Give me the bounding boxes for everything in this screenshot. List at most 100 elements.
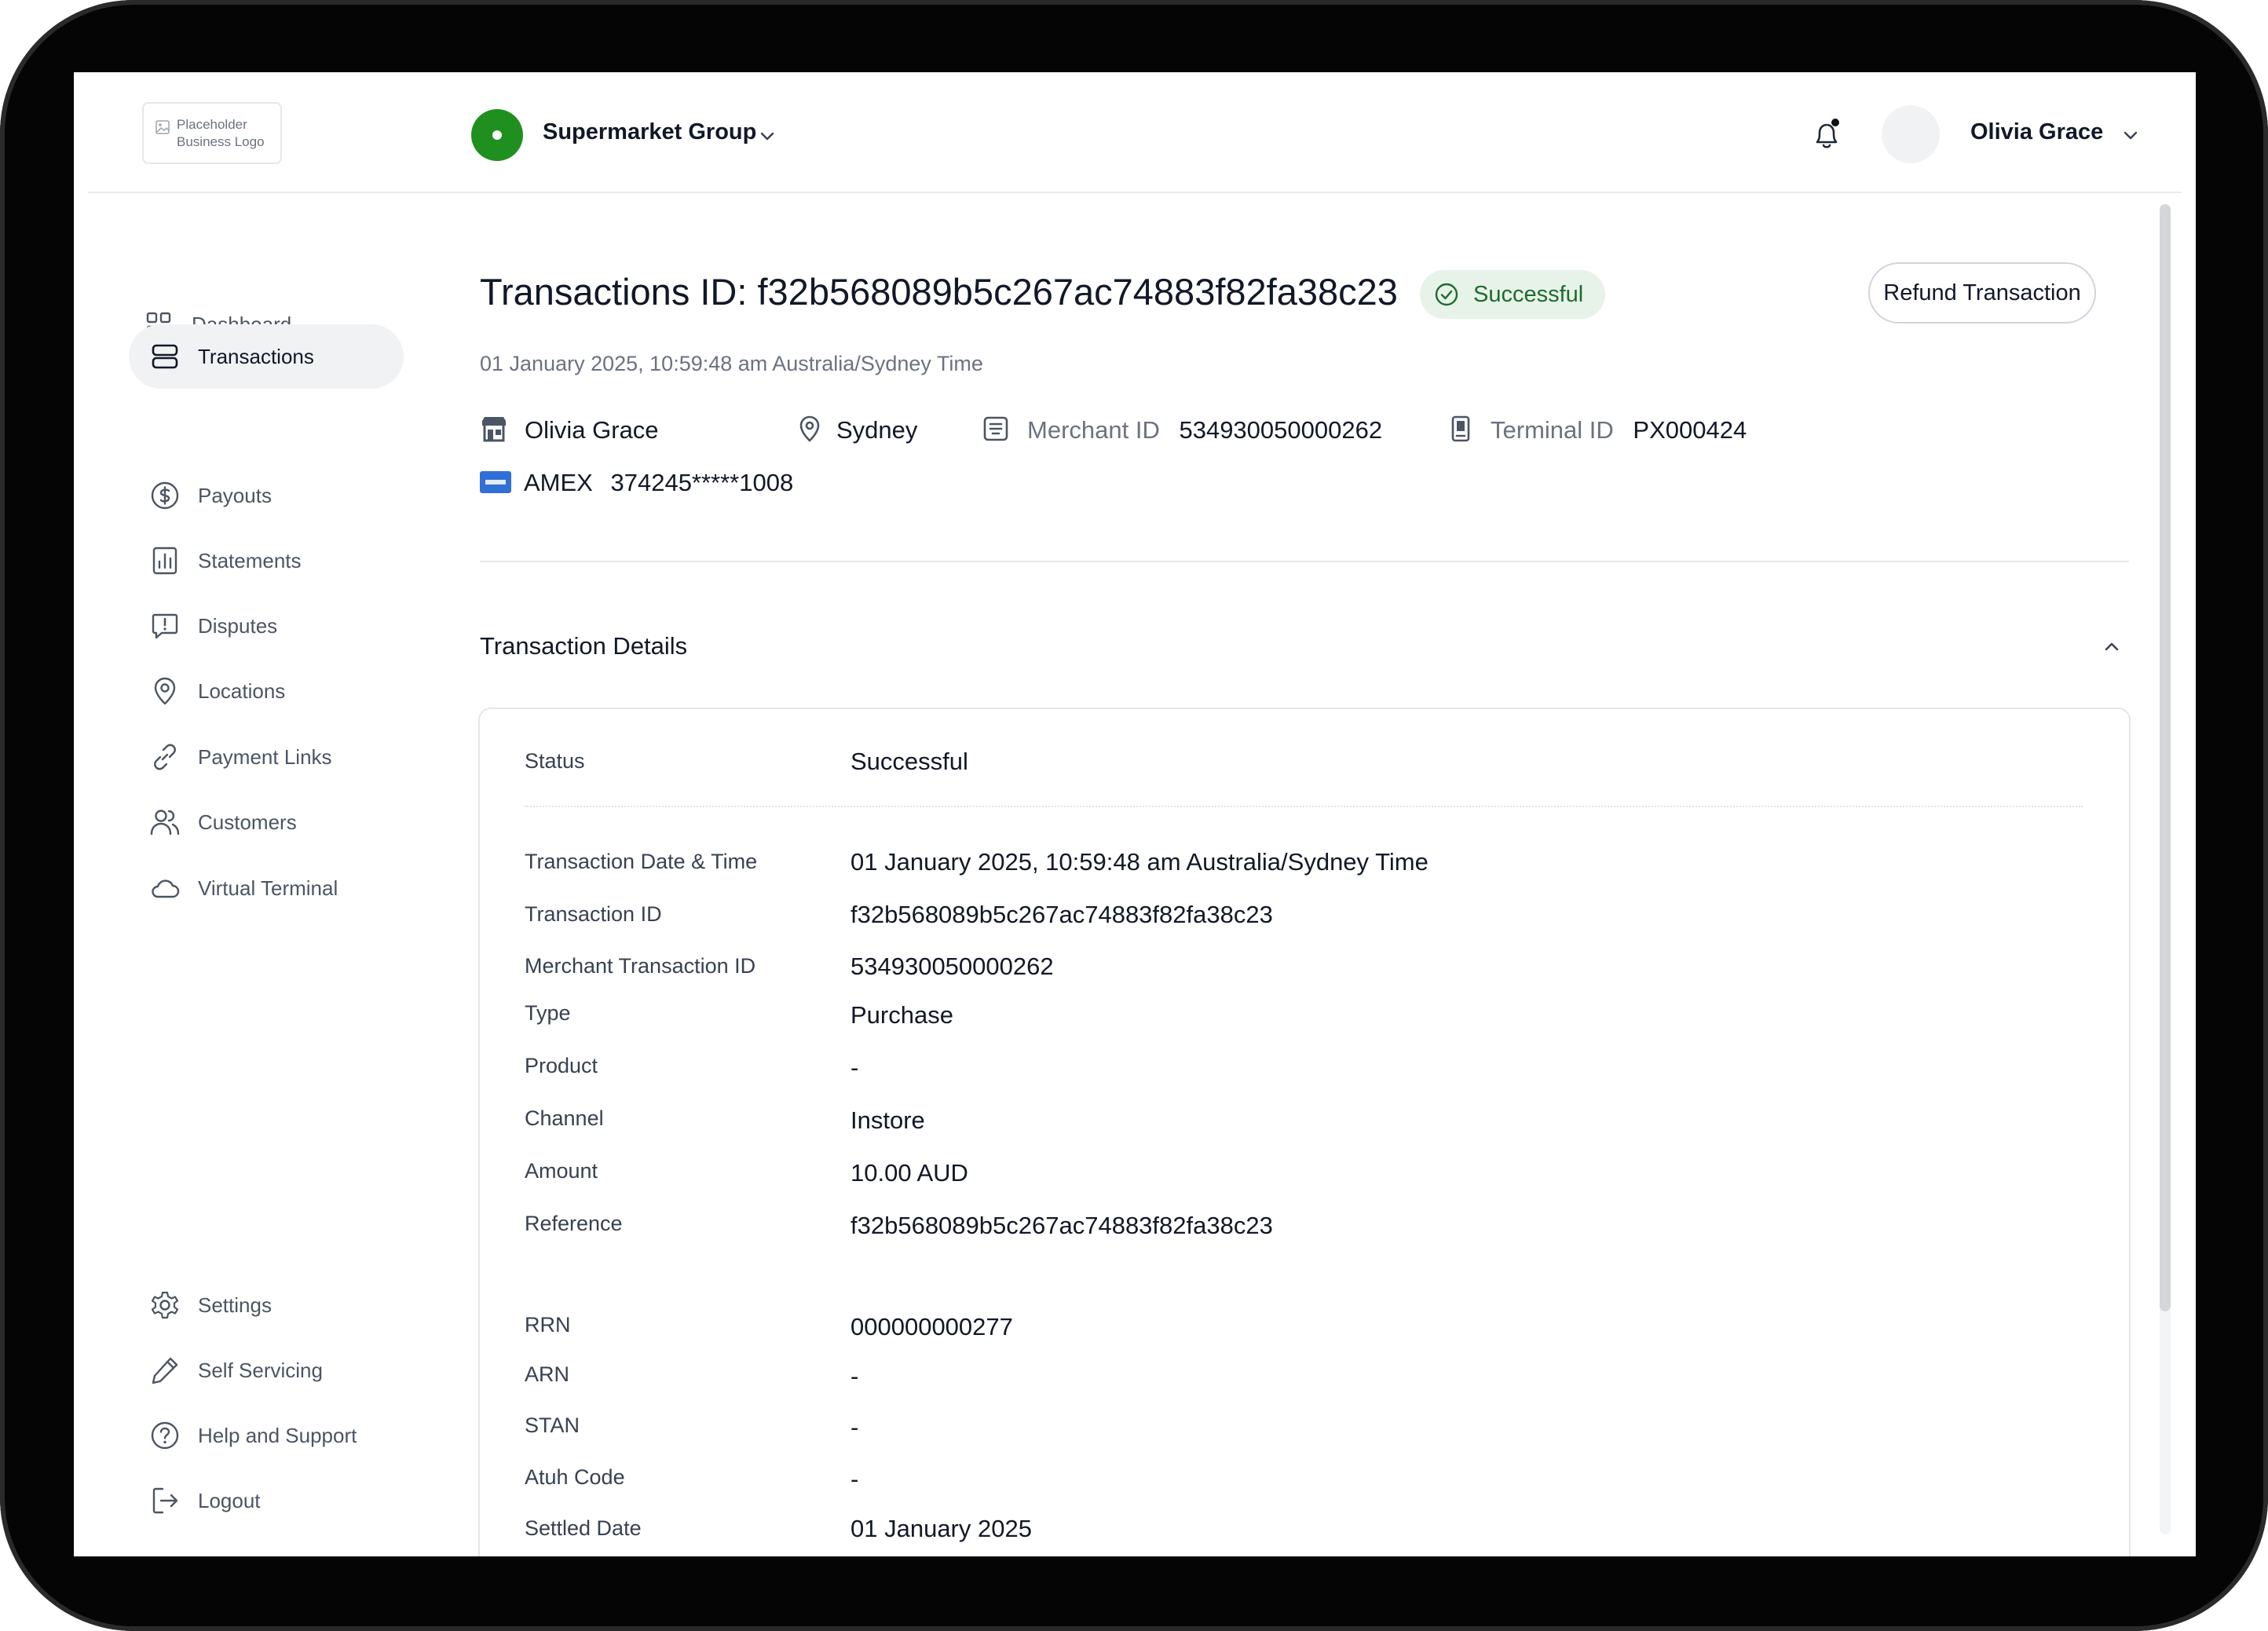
location-meta: Sydney [796, 415, 918, 444]
image-placeholder-icon [155, 120, 170, 134]
card-meta: AMEX 374245*****1008 [480, 469, 793, 497]
detail-value-product: - [850, 1054, 859, 1081]
sidebar-item-label: Customers [198, 810, 297, 834]
amex-card-icon [480, 471, 511, 493]
detail-label-merchant-transaction-id: Merchant Transaction ID [525, 954, 756, 978]
detail-label-channel: Channel [525, 1106, 604, 1130]
detail-separator [525, 806, 2083, 807]
merchant-id-value: 534930050000262 [1179, 416, 1383, 444]
sidebar-item-help-and-support[interactable]: Help and Support [129, 1403, 404, 1468]
transaction-details-card [478, 708, 2131, 1556]
tablet-frame: Placeholder Business Logo Supermarket Gr… [0, 0, 2268, 1631]
detail-label-stan: STAN [525, 1413, 580, 1437]
detail-value-rrn: 000000000277 [850, 1313, 1013, 1340]
terminal-id-label: Terminal ID [1491, 416, 1614, 444]
cloud-icon [152, 879, 180, 898]
bar-chart-icon [152, 547, 177, 575]
location-name: Sydney [836, 416, 918, 444]
detail-label-transaction-date: Transaction Date & Time [525, 850, 758, 873]
terminal-meta: Terminal ID PX000424 [1447, 415, 1747, 444]
alert-message-icon [152, 613, 178, 639]
content-divider [480, 561, 2129, 562]
logout-icon [152, 1487, 178, 1514]
sidebar-item-disputes[interactable]: Disputes [129, 594, 404, 658]
gear-icon [151, 1291, 179, 1319]
help-circle-icon [151, 1421, 179, 1450]
merchant-meta: Merchant ID 534930050000262 [982, 416, 1382, 444]
detail-value-auth-code: - [850, 1465, 859, 1493]
sidebar-item-label: Locations [198, 679, 286, 703]
sidebar-item-label: Payouts [198, 484, 272, 507]
organization-avatar[interactable] [471, 109, 523, 161]
card-number: 374245*****1008 [610, 469, 794, 496]
transaction-timestamp: 01 January 2025, 10:59:48 am Australia/S… [480, 352, 983, 375]
sidebar-item-logout[interactable]: Logout [129, 1468, 404, 1533]
detail-value-settled-date: 01 January 2025 [850, 1515, 1032, 1542]
terminal-id-value: PX000424 [1633, 416, 1747, 444]
organization-avatar-dot [492, 130, 502, 140]
chevron-down-icon[interactable] [757, 126, 777, 146]
sidebar-item-transactions[interactable]: Transactions [129, 324, 404, 389]
detail-value-stan: - [850, 1413, 859, 1441]
transaction-details-heading[interactable]: Transaction Details [480, 632, 687, 660]
users-icon [150, 810, 180, 836]
database-icon [152, 344, 178, 369]
header-divider [88, 192, 2182, 193]
sidebar-item-label: Self Servicing [198, 1359, 323, 1382]
sidebar-item-payouts[interactable]: Payouts [129, 463, 404, 528]
merchant-icon [983, 416, 1008, 441]
scrollbar-thumb[interactable] [2160, 204, 2171, 1311]
sidebar-item-label: Help and Support [198, 1424, 357, 1447]
sidebar-item-label: Payment Links [198, 745, 332, 769]
detail-label-amount: Amount [525, 1159, 598, 1183]
top-bar: Placeholder Business Logo Supermarket Gr… [74, 72, 2196, 193]
sidebar-item-label: Virtual Terminal [198, 876, 338, 900]
terminal-icon [1451, 415, 1470, 442]
user-avatar[interactable] [1882, 105, 1940, 163]
chevron-down-icon[interactable] [2120, 124, 2142, 146]
detail-label-auth-code: Atuh Code [525, 1465, 625, 1489]
user-menu[interactable]: Olivia Grace [1970, 119, 2103, 145]
detail-label-arn: ARN [525, 1362, 570, 1386]
map-pin-icon [154, 677, 176, 705]
detail-value-merchant-transaction-id: 534930050000262 [850, 953, 1054, 980]
pencil-icon [152, 1357, 178, 1384]
sidebar-item-label: Disputes [198, 614, 278, 638]
detail-value-amount: 10.00 AUD [850, 1159, 968, 1187]
sidebar-item-virtual-terminal[interactable]: Virtual Terminal [129, 856, 404, 920]
detail-value-transaction-id: f32b568089b5c267ac74883f82fa38c23 [850, 901, 1273, 928]
sidebar-item-customers[interactable]: Customers [129, 790, 404, 854]
detail-label-status: Status [525, 749, 585, 773]
sidebar-item-locations[interactable]: Locations [129, 659, 404, 723]
status-badge: Successful [1420, 270, 1606, 319]
scrollbar[interactable] [2160, 204, 2171, 1534]
sidebar-item-self-servicing[interactable]: Self Servicing [129, 1338, 404, 1402]
sidebar-item-label: Settings [198, 1293, 272, 1317]
sidebar-item-payment-links[interactable]: Payment Links [129, 725, 404, 789]
page-title: Transactions ID: f32b568089b5c267ac74883… [480, 271, 1398, 313]
sidebar-item-label: Logout [198, 1489, 261, 1512]
chevron-up-icon[interactable] [2100, 634, 2124, 658]
logo-placeholder-text: Placeholder Business Logo [177, 117, 265, 149]
detail-value-arn: - [850, 1362, 859, 1390]
link-icon [154, 744, 176, 770]
notification-bell-icon[interactable] [1811, 118, 1842, 152]
sidebar-item-settings[interactable]: Settings [129, 1273, 404, 1337]
business-logo[interactable]: Placeholder Business Logo [142, 102, 282, 164]
sidebar-item-statements[interactable]: Statements [129, 528, 404, 593]
detail-label-reference: Reference [525, 1212, 623, 1235]
app-screen: Placeholder Business Logo Supermarket Gr… [74, 72, 2196, 1556]
detail-value-type: Purchase [850, 1001, 953, 1029]
detail-value-channel: Instore [850, 1106, 925, 1134]
organization-switcher[interactable]: Supermarket Group [543, 119, 756, 145]
customer-name: Olivia Grace [525, 416, 659, 444]
sidebar-item-label: Statements [198, 549, 302, 572]
detail-value-transaction-date: 01 January 2025, 10:59:48 am Australia/S… [850, 848, 1428, 876]
refund-transaction-button[interactable]: Refund Transaction [1868, 262, 2096, 324]
store-icon [482, 417, 506, 442]
check-circle-icon [1435, 283, 1458, 306]
detail-label-product: Product [525, 1054, 598, 1077]
detail-label-settled-date: Settled Date [525, 1516, 642, 1540]
status-badge-label: Successful [1473, 282, 1584, 307]
dollar-circle-icon [151, 481, 179, 510]
